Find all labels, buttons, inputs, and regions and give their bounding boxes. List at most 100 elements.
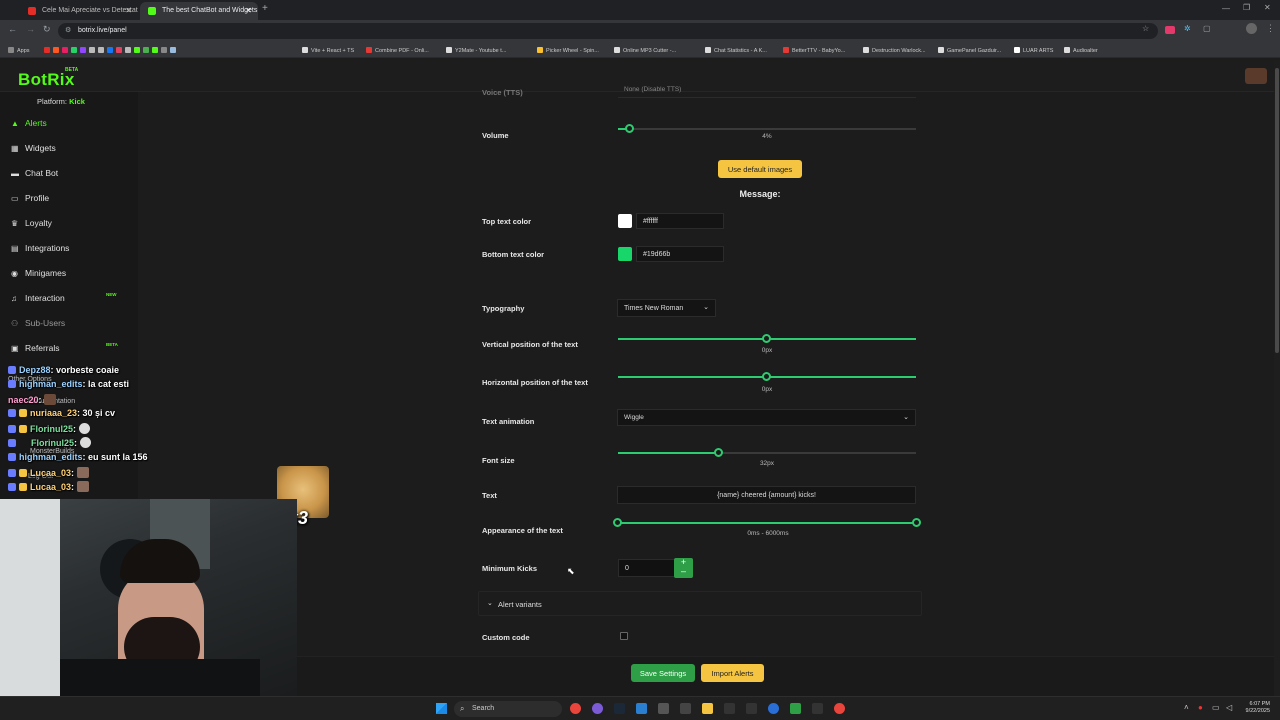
bookmark-item[interactable]: Vite + React + TS	[302, 47, 354, 54]
alert-text-input[interactable]: {name} cheered {amount} kicks!	[617, 486, 916, 504]
bottom-color-swatch[interactable]	[618, 247, 632, 261]
font-size-value: 32px	[759, 460, 775, 467]
appearance-value: 0ms - 6000ms	[747, 530, 789, 537]
appearance-range-start-handle[interactable]	[613, 518, 622, 527]
close-window-icon[interactable]: ✕	[1264, 3, 1271, 12]
extensions-puzzle-icon[interactable]: ▢	[1203, 24, 1211, 33]
kicks-stepper[interactable]: + –	[674, 558, 693, 578]
custom-code-checkbox[interactable]	[620, 632, 628, 640]
volume-icon[interactable]: ◁	[1226, 703, 1232, 712]
bookmark-favicon-icon	[366, 47, 372, 53]
microphone-icon[interactable]: ●	[1198, 703, 1203, 712]
decrement-icon[interactable]: –	[681, 566, 686, 576]
windows-start-icon[interactable]	[436, 703, 447, 714]
tray-chevron-icon[interactable]: ˄	[1184, 703, 1189, 712]
bookmark-item[interactable]: LUAR ARTS	[1014, 47, 1053, 54]
vertical-slider-handle[interactable]	[762, 334, 771, 343]
top-color-swatch[interactable]	[618, 214, 632, 228]
sidebar-item-referrals[interactable]: ▣ Referrals	[11, 343, 59, 353]
bookmark-item[interactable]: Destruction Warlock...	[863, 47, 926, 54]
use-default-images-button[interactable]: Use default images	[718, 160, 802, 178]
botrix-logo[interactable]: BotRix	[18, 70, 75, 90]
tab-title: The best ChatBot and Widgets	[162, 7, 258, 14]
sidebar-item-loyalty[interactable]: ♛ Loyalty	[11, 218, 52, 228]
sidebar-item-interaction[interactable]: ♫ Interaction	[11, 293, 65, 303]
reload-icon[interactable]: ↻	[43, 24, 51, 35]
extension-icon[interactable]	[1165, 26, 1175, 34]
back-icon[interactable]: ←	[8, 24, 17, 34]
bookmark-item[interactable]: Online MP3 Cutter -...	[614, 47, 676, 54]
voice-select[interactable]: None (Disable TTS)	[618, 86, 916, 98]
app-icon[interactable]	[834, 703, 845, 714]
sidebar-item-chat-bot[interactable]: ▬ Chat Bot	[11, 168, 58, 178]
chat-emote	[78, 423, 90, 434]
taskbar-clock[interactable]: 6:07 PM 9/22/2025	[1238, 701, 1270, 715]
sidebar-item-integrations[interactable]: ▤ Integrations	[11, 243, 69, 253]
browser-tab[interactable]: Cele Mai Apreciate vs Detestat ✕	[20, 2, 138, 20]
app-icon[interactable]	[680, 703, 691, 714]
volume-slider-track[interactable]	[618, 128, 916, 130]
bookmark-item[interactable]: Audioalter	[1064, 47, 1098, 54]
minimize-icon[interactable]: —	[1222, 4, 1230, 13]
close-tab-icon[interactable]: ✕	[245, 6, 252, 15]
new-tab-icon[interactable]: +	[262, 3, 268, 14]
app-icon[interactable]	[724, 703, 735, 714]
bookmark-apps[interactable]: Apps	[8, 47, 30, 54]
sidebar-item-sub-users[interactable]: ⚇ Sub-Users	[11, 318, 65, 328]
botrix-favicon-icon	[148, 7, 156, 15]
bookmark-item[interactable]: Combine PDF - Onli...	[366, 47, 429, 54]
top-color-input[interactable]: #ffffff	[636, 213, 724, 229]
minimum-kicks-input[interactable]: 0	[618, 559, 676, 577]
volume-slider-handle[interactable]	[625, 124, 634, 133]
extension-icon[interactable]: ✲	[1184, 24, 1191, 33]
appearance-range-track[interactable]	[618, 522, 916, 524]
file-explorer-icon[interactable]	[702, 703, 713, 714]
site-info-icon[interactable]: ⚙	[65, 26, 71, 34]
text-label: Text	[482, 491, 497, 500]
forward-icon[interactable]: →	[26, 24, 35, 34]
app-icon[interactable]	[592, 703, 603, 714]
sidebar-item-alerts[interactable]: ▲ Alerts	[11, 118, 47, 128]
app-icon[interactable]	[746, 703, 757, 714]
volume-label: Volume	[482, 131, 509, 140]
alert-variants-toggle[interactable]: Alert variants	[498, 600, 542, 609]
sidebar-item-minigames[interactable]: ◉ Minigames	[11, 268, 66, 278]
chrome-icon[interactable]	[570, 703, 581, 714]
close-tab-icon[interactable]: ✕	[125, 6, 132, 15]
sidebar-item-widgets[interactable]: ▦ Widgets	[11, 143, 56, 153]
horizontal-slider-handle[interactable]	[762, 372, 771, 381]
address-bar[interactable]: ⚙ botrix.live/panel	[58, 23, 1158, 39]
steam-icon[interactable]	[614, 703, 625, 714]
app-icon[interactable]	[812, 703, 823, 714]
bookmark-item[interactable]: BetterTTV - BabyYo...	[783, 47, 845, 54]
import-alerts-button[interactable]: Import Alerts	[701, 664, 764, 682]
taskbar-search[interactable]: ⌕ Search	[454, 701, 562, 717]
chat-badge-icon	[8, 453, 16, 461]
bookmark-item[interactable]: Y2Mate - Youtube t...	[446, 47, 506, 54]
scrollbar-thumb[interactable]	[1275, 68, 1279, 353]
xbox-icon[interactable]	[790, 703, 801, 714]
typography-select[interactable]: Times New Roman ⌄	[617, 299, 716, 317]
text-animation-select[interactable]: Wiggle ⌄	[617, 409, 916, 426]
app-icon[interactable]	[658, 703, 669, 714]
music-icon: ♫	[11, 294, 17, 303]
bookmark-favicon-icon	[302, 47, 308, 53]
maximize-icon[interactable]: ❐	[1243, 3, 1250, 12]
user-avatar[interactable]	[1245, 68, 1267, 84]
browser-menu-icon[interactable]: ⋮	[1266, 23, 1275, 34]
network-icon[interactable]: ▭	[1212, 703, 1220, 712]
save-settings-button[interactable]: Save Settings	[631, 664, 695, 682]
browser-tab-active[interactable]: The best ChatBot and Widgets ✕	[140, 2, 258, 20]
profile-avatar[interactable]	[1246, 23, 1257, 34]
bookmark-item[interactable]: GamePanel Gazduir...	[938, 47, 1001, 54]
appearance-range-end-handle[interactable]	[912, 518, 921, 527]
alert-variants-section[interactable]: ⌄ Alert variants	[478, 591, 922, 616]
bottom-color-input[interactable]: #19d66b	[636, 246, 724, 262]
bookmark-item[interactable]: Chat Statistics - A K...	[705, 47, 767, 54]
vscode-icon[interactable]	[636, 703, 647, 714]
sidebar-item-profile[interactable]: ▭ Profile	[11, 193, 49, 203]
app-icon[interactable]	[768, 703, 779, 714]
bookmark-item[interactable]: Picker Wheel - Spin...	[537, 47, 599, 54]
font-size-slider-handle[interactable]	[714, 448, 723, 457]
bookmark-star-icon[interactable]: ☆	[1142, 24, 1149, 33]
